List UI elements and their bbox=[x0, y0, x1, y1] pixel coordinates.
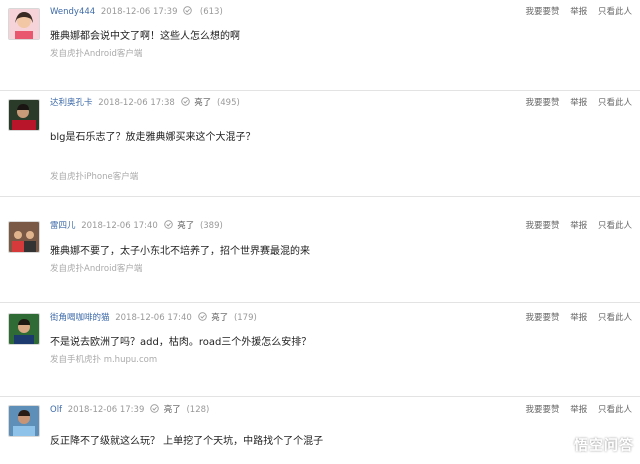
comment-item: 街角喝咖啡的猫 2018-12-06 17:40 亮了 (179) 我要要赞 举… bbox=[0, 303, 640, 395]
light-up-label[interactable]: 亮了 bbox=[177, 221, 194, 231]
comment-actions: 我要要赞 举报 只看此人 bbox=[518, 219, 632, 233]
username-link[interactable]: Wendy444 bbox=[50, 7, 95, 17]
report-button[interactable]: 举报 bbox=[570, 313, 587, 323]
post-time: 2018-12-06 17:39 bbox=[67, 405, 145, 415]
comment-actions: 我要要赞 举报 只看此人 bbox=[518, 403, 632, 417]
username-link[interactable]: 雷四儿 bbox=[50, 221, 76, 231]
report-bad-button[interactable]: 我要要赞 bbox=[526, 98, 560, 108]
watermark-text: 悟空问答 bbox=[574, 438, 634, 454]
comment-meta: Olf 2018-12-06 17:39 亮了 (128) bbox=[50, 403, 209, 417]
light-up-icon[interactable] bbox=[150, 404, 159, 413]
light-up-label[interactable]: 亮了 bbox=[194, 98, 211, 108]
report-bad-button[interactable]: 我要要赞 bbox=[526, 7, 560, 17]
post-time: 2018-12-06 17:40 bbox=[81, 221, 158, 231]
light-count: (389) bbox=[199, 221, 223, 231]
comment-item: Olf 2018-12-06 17:39 亮了 (128) 我要要赞 举报 只看… bbox=[0, 397, 640, 464]
comment-meta: Wendy444 2018-12-06 17:39 (613) bbox=[50, 5, 223, 19]
comment-meta: 雷四儿 2018-12-06 17:40 亮了 (389) bbox=[50, 219, 223, 233]
light-up-label[interactable]: 亮了 bbox=[211, 313, 228, 323]
comment-item: Wendy444 2018-12-06 17:39 (613) 我要要赞 举报 … bbox=[0, 0, 640, 90]
only-this-user-button[interactable]: 只看此人 bbox=[598, 7, 632, 17]
avatar-image bbox=[9, 222, 39, 252]
report-button[interactable]: 举报 bbox=[570, 405, 587, 415]
avatar[interactable] bbox=[8, 405, 40, 437]
report-bad-button[interactable]: 我要要赞 bbox=[526, 405, 560, 415]
light-up-icon[interactable] bbox=[183, 6, 192, 15]
light-count: (495) bbox=[216, 98, 240, 108]
only-this-user-button[interactable]: 只看此人 bbox=[598, 313, 632, 323]
avatar-image bbox=[9, 406, 39, 436]
avatar-image bbox=[9, 314, 39, 344]
comment-actions: 我要要赞 举报 只看此人 bbox=[518, 311, 632, 325]
comment-source: 发自虎扑Android客户端 bbox=[50, 49, 143, 59]
post-time: 2018-12-06 17:38 bbox=[98, 98, 175, 108]
report-button[interactable]: 举报 bbox=[570, 98, 587, 108]
username-link[interactable]: Olf bbox=[50, 405, 62, 415]
light-up-icon[interactable] bbox=[197, 312, 207, 321]
comment-meta: 街角喝咖啡的猫 2018-12-06 17:40 亮了 (179) bbox=[50, 311, 257, 325]
avatar[interactable] bbox=[8, 313, 40, 345]
comment-source: 发自手机虎扑 m.hupu.com bbox=[50, 355, 158, 365]
report-button[interactable]: 举报 bbox=[570, 7, 587, 17]
comment-actions: 我要要赞 举报 只看此人 bbox=[518, 5, 632, 19]
light-up-label[interactable]: 亮了 bbox=[164, 405, 181, 415]
comment-text: 雅典娜不要了，太子小东北不培养了，招个世界赛最混的来 bbox=[50, 246, 310, 257]
avatar-image bbox=[9, 9, 39, 39]
avatar-image bbox=[9, 100, 39, 130]
comment-text: blg是石乐志了？放走雅典娜买来这个大混子？ bbox=[50, 132, 256, 143]
report-bad-button[interactable]: 我要要赞 bbox=[526, 313, 560, 323]
username-link[interactable]: 街角喝咖啡的猫 bbox=[50, 313, 110, 323]
only-this-user-button[interactable]: 只看此人 bbox=[598, 98, 632, 108]
light-count: (179) bbox=[233, 313, 257, 323]
comment-source: 发自虎扑Android客户端 bbox=[50, 264, 143, 274]
wukong-logo-icon bbox=[552, 436, 570, 454]
light-up-icon[interactable] bbox=[163, 220, 173, 229]
post-time: 2018-12-06 17:39 bbox=[100, 7, 178, 17]
comment-item: 达利奥孔卡 2018-12-06 17:38 亮了 (495) 我要要赞 举报 … bbox=[0, 91, 640, 195]
comment-meta: 达利奥孔卡 2018-12-06 17:38 亮了 (495) bbox=[50, 96, 240, 110]
username-link[interactable]: 达利奥孔卡 bbox=[50, 98, 93, 108]
wukong-watermark: 悟空问答 bbox=[552, 434, 634, 456]
comment-item: 雷四儿 2018-12-06 17:40 亮了 (389) 我要要赞 举报 只看… bbox=[0, 197, 640, 301]
comment-actions: 我要要赞 举报 只看此人 bbox=[518, 96, 632, 110]
report-button[interactable]: 举报 bbox=[570, 221, 587, 231]
comment-text: 反正降不了级就这么玩？ 上单挖了个天坑，中路找个了个混子 bbox=[50, 436, 324, 447]
avatar[interactable] bbox=[8, 8, 40, 40]
comment-text: 不是说去欧洲了吗？add，枯肉。road三个外援怎么安排？ bbox=[50, 337, 312, 348]
report-bad-button[interactable]: 我要要赞 bbox=[526, 221, 560, 231]
light-up-icon[interactable] bbox=[180, 97, 190, 106]
post-time: 2018-12-06 17:40 bbox=[115, 313, 192, 323]
light-count: (128) bbox=[186, 405, 210, 415]
avatar[interactable] bbox=[8, 99, 40, 131]
avatar[interactable] bbox=[8, 221, 40, 253]
comment-text: 雅典娜都会说中文了啊！这些人怎么想的啊 bbox=[50, 31, 240, 42]
only-this-user-button[interactable]: 只看此人 bbox=[598, 221, 632, 231]
only-this-user-button[interactable]: 只看此人 bbox=[598, 405, 632, 415]
comment-source: 发自虎扑iPhone客户端 bbox=[50, 172, 139, 182]
light-count: (613) bbox=[199, 7, 223, 17]
